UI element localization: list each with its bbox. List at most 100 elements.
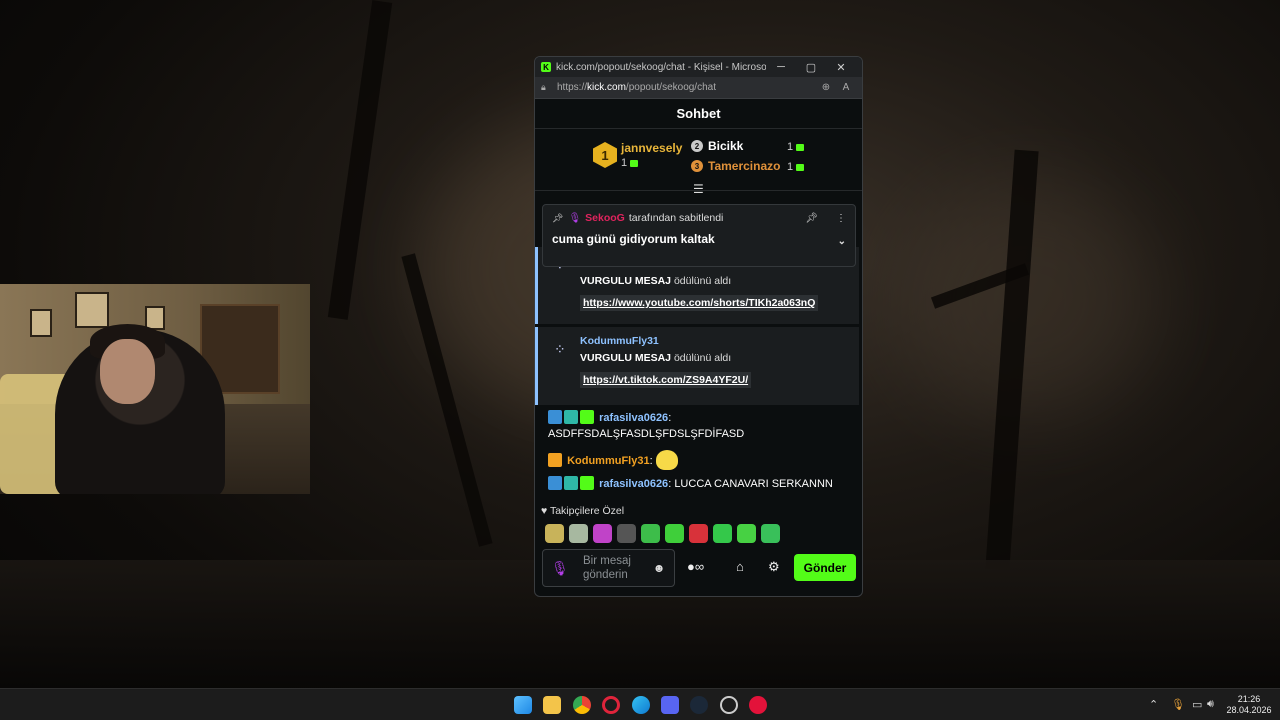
emote-icon[interactable] xyxy=(689,524,708,543)
webcam-face xyxy=(100,339,155,404)
reward-link[interactable]: https://vt.tiktok.com/ZS9A4YF2U/ xyxy=(580,372,752,388)
first-place-badge-icon: 1 xyxy=(593,142,617,168)
window-titlebar: K kick.com/popout/sekoog/chat - Kişisel … xyxy=(535,57,862,77)
webcam-poster xyxy=(75,292,109,328)
address-bar[interactable]: 🔒︎ https://kick.com/popout/sekoog/chat ⊕… xyxy=(535,77,862,99)
second-place-badge-icon: 2 xyxy=(691,140,703,152)
chat-messages[interactable]: 📌︎ 🎙︎ SekooG tarafından sabitlendi 📌︎ ⋮ … xyxy=(535,192,862,502)
webcam-poster xyxy=(30,309,52,337)
leaderboard-third-count: 1 xyxy=(787,161,794,173)
chrome-icon[interactable] xyxy=(573,696,591,714)
leaderboard-second-name: Bicikk xyxy=(708,139,744,153)
heart-icon: ♥ xyxy=(541,505,548,517)
reward-name: VURGULU MESAJ xyxy=(580,275,672,287)
lock-icon[interactable]: 🔒︎ xyxy=(541,82,551,93)
leaderboard-first-name: jannvesely xyxy=(621,141,683,155)
network-icon[interactable]: ▭ xyxy=(1192,698,1202,711)
minimize-button[interactable]: ─ xyxy=(766,61,796,73)
gift-leaderboard: 1 jannvesely 1 2 Bicikk 1 3 Tamercinazo … xyxy=(535,129,862,196)
kick-logo-icon: K xyxy=(541,62,551,72)
more-options-icon[interactable]: ⋮ xyxy=(836,213,846,224)
reward-user[interactable]: KodummuFly31 xyxy=(580,335,849,347)
read-aloud-icon[interactable]: A xyxy=(836,82,856,93)
pinned-message-text: cuma günü gidiyorum kaltak xyxy=(552,232,715,246)
media-player-icon[interactable] xyxy=(749,696,767,714)
leaderboard-second[interactable]: 2 Bicikk xyxy=(691,139,743,153)
badge-icon xyxy=(564,476,578,490)
emote-icon[interactable] xyxy=(665,524,684,543)
volume-icon[interactable]: 🔊︎ xyxy=(1207,698,1214,711)
chat-text: LUCCA CANAVARI SERKANNN xyxy=(674,478,833,490)
emote-icon[interactable] xyxy=(761,524,780,543)
reward-line: VURGULU MESAJ ödülünü aldı xyxy=(580,352,849,364)
reward-suffix: ödülünü aldı xyxy=(673,352,732,364)
cat-emote-icon xyxy=(655,450,678,470)
emote-icon[interactable] xyxy=(593,524,612,543)
window-title: kick.com/popout/sekoog/chat - Kişisel - … xyxy=(556,61,766,73)
emote-bar xyxy=(545,524,780,543)
store-icon[interactable]: ⌂ xyxy=(736,559,744,574)
taskbar: ⌃ 🎙︎ ▭ 🔊︎ 21:26 28.04.2026 xyxy=(0,688,1280,720)
start-menu-icon[interactable] xyxy=(514,696,532,714)
microphone-tray-icon[interactable]: 🎙︎ xyxy=(1171,698,1185,711)
edge-icon[interactable] xyxy=(632,696,650,714)
reward-line: VURGULU MESAJ ödülünü aldı xyxy=(580,275,849,287)
leaderboard-first[interactable]: 1 jannvesely 1 xyxy=(593,141,682,169)
chevron-down-icon[interactable]: ⌄ xyxy=(838,236,846,247)
close-button[interactable]: ✕ xyxy=(826,61,856,74)
file-explorer-icon[interactable] xyxy=(543,696,561,714)
chat-username[interactable]: KodummuFly31 xyxy=(567,455,650,467)
opera-icon[interactable] xyxy=(602,696,620,714)
emote-icon[interactable] xyxy=(617,524,636,543)
emote-icon[interactable] xyxy=(641,524,660,543)
emoji-picker-icon[interactable]: ☻ xyxy=(653,561,666,575)
system-clock[interactable]: 21:26 28.04.2026 xyxy=(1226,694,1272,716)
emote-icon[interactable] xyxy=(569,524,588,543)
chat-message: rafasilva0626: ASDFFSDALŞFASDLŞFDSLŞFDİF… xyxy=(548,410,745,440)
badge-icon xyxy=(548,410,562,424)
chat-message: rafasilva0626: LUCCA CANAVARI SERKANNN xyxy=(548,476,853,492)
leaderboard-second-count: 1 xyxy=(787,141,794,153)
clock-date: 28.04.2026 xyxy=(1226,705,1272,715)
zoom-icon[interactable]: ⊕ xyxy=(816,82,836,93)
chat-message: KodummuFly31: xyxy=(548,450,853,470)
chat-popup-window: K kick.com/popout/sekoog/chat - Kişisel … xyxy=(534,56,863,597)
reward-message: ⁘ KodummuFly31 VURGULU MESAJ ödülünü ald… xyxy=(535,327,859,405)
chat-input[interactable] xyxy=(578,553,653,583)
microphone-icon[interactable]: 🎙︎ xyxy=(551,560,569,577)
maximize-button[interactable]: ▢ xyxy=(796,61,826,74)
reward-name: VURGULU MESAJ xyxy=(580,352,672,364)
reward-suffix: ödülünü aldı xyxy=(673,275,732,287)
send-button[interactable]: Gönder xyxy=(794,554,856,581)
chat-username[interactable]: rafasilva0626 xyxy=(599,478,668,490)
chat-text: ASDFFSDALŞFASDLŞFDSLŞFDİFASD xyxy=(548,428,745,440)
microphone-icon: 🎙︎ xyxy=(568,212,582,224)
leaderboard-third-name: Tamercinazo xyxy=(708,159,781,173)
emote-icon[interactable] xyxy=(713,524,732,543)
app-icon[interactable] xyxy=(720,696,738,714)
subscriber-gift-icon xyxy=(580,476,594,490)
gift-icon xyxy=(796,143,805,151)
discord-icon[interactable] xyxy=(661,696,679,714)
chat-username[interactable]: rafasilva0626 xyxy=(599,412,668,424)
crown-badge-icon xyxy=(548,453,562,467)
subscriber-gift-icon xyxy=(580,410,594,424)
leaderboard-third[interactable]: 3 Tamercinazo xyxy=(691,159,780,173)
settings-gear-icon[interactable]: ⚙ xyxy=(768,559,780,575)
steam-icon[interactable] xyxy=(690,696,708,714)
gift-icon xyxy=(630,159,639,167)
channel-points-icon: ⁘ xyxy=(554,341,566,357)
pinned-message[interactable]: 📌︎ 🎙︎ SekooG tarafından sabitlendi 📌︎ ⋮ … xyxy=(542,204,856,267)
url-text[interactable]: https://kick.com/popout/sekoog/chat xyxy=(557,82,816,93)
unpin-icon[interactable]: 📌︎ xyxy=(805,213,818,224)
pinned-by-user[interactable]: SekooG xyxy=(585,212,625,224)
badge-icon xyxy=(564,410,578,424)
reward-link[interactable]: https://www.youtube.com/shorts/TIKh2a063… xyxy=(580,295,819,311)
chat-header: Sohbet xyxy=(535,99,862,129)
webcam-overlay xyxy=(0,284,310,494)
chevron-up-icon[interactable]: ⌃ xyxy=(1149,698,1158,711)
emote-icon[interactable] xyxy=(545,524,564,543)
emote-icon[interactable] xyxy=(737,524,756,543)
chat-input-box[interactable]: 🎙︎ Bir mesaj gönderin ☻ xyxy=(542,549,675,587)
channel-points-icon[interactable]: ●∞ xyxy=(687,559,704,574)
